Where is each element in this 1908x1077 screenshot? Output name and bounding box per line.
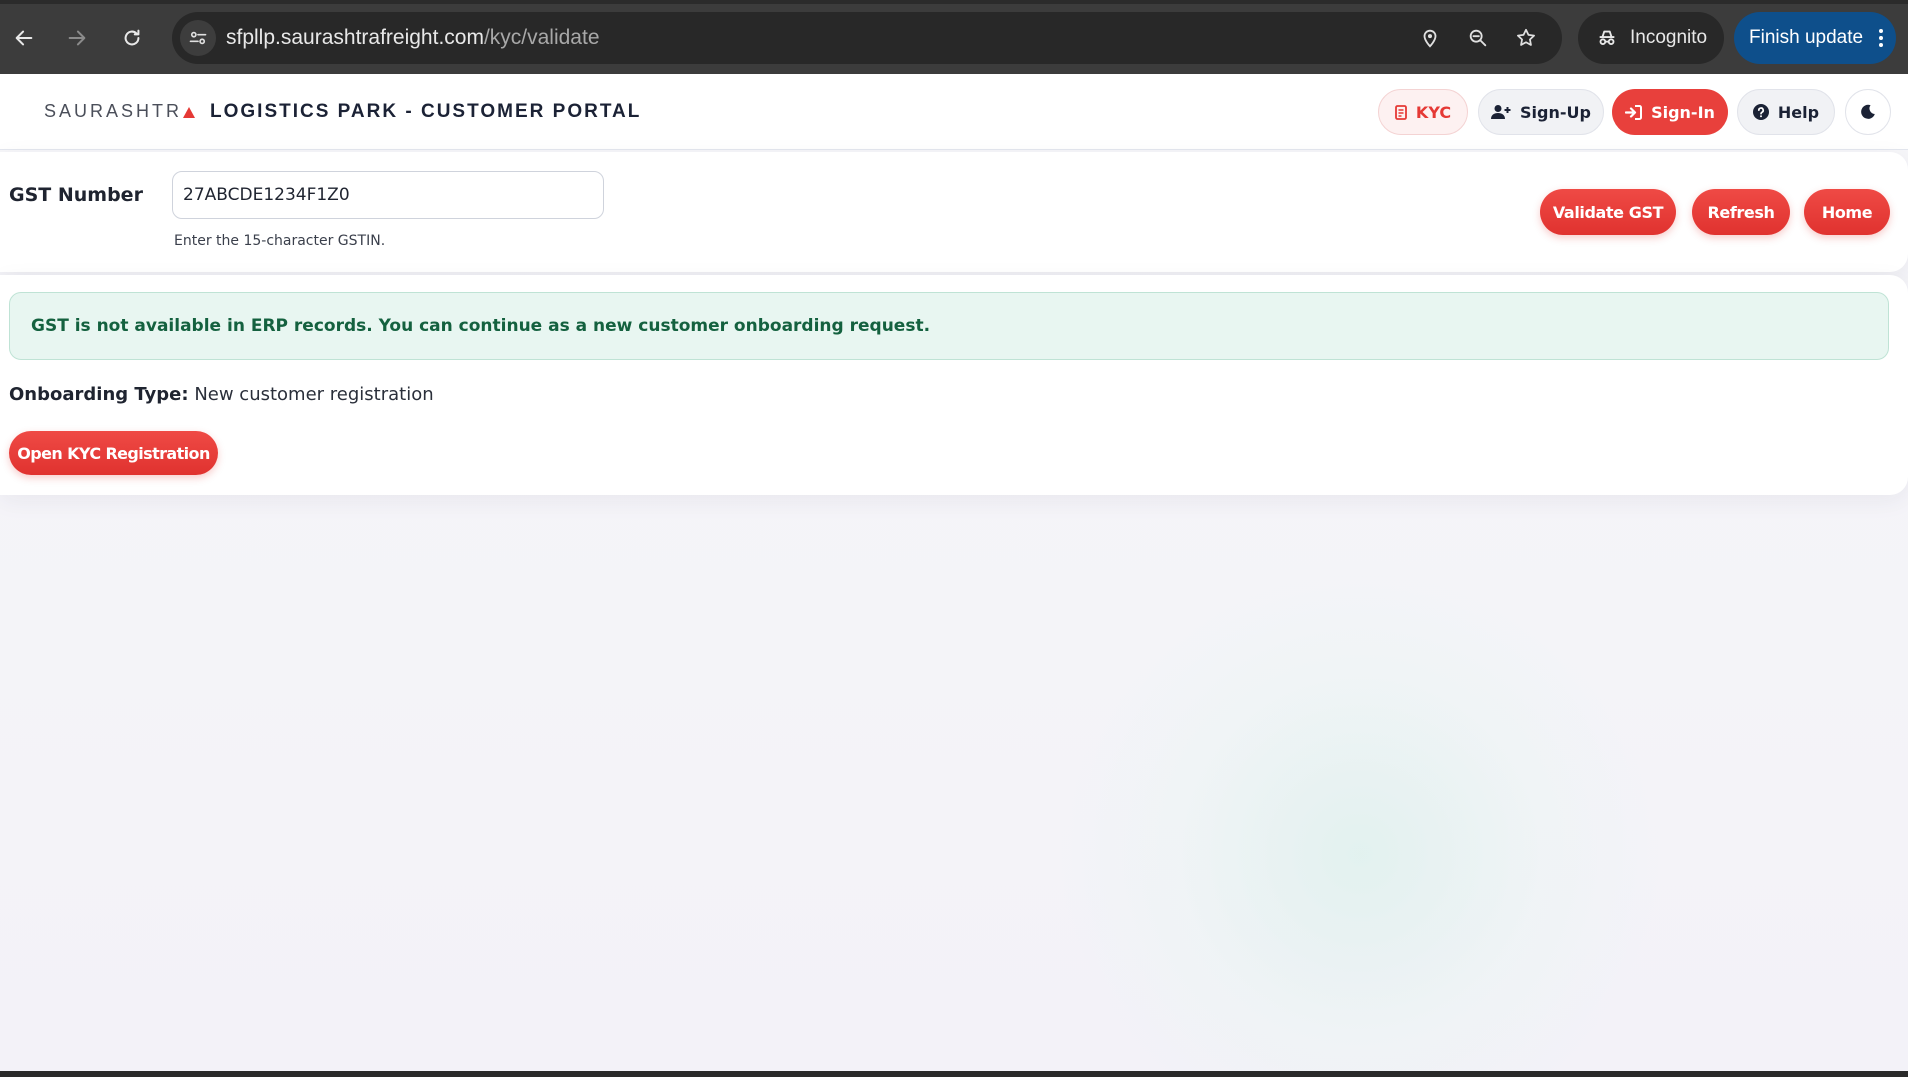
kyc-nav-label: KYC — [1415, 102, 1452, 122]
home-button[interactable]: Home — [1804, 189, 1890, 235]
signup-nav-label: Sign-Up — [1520, 102, 1591, 122]
portal-title: LOGISTICS PARK - CUSTOMER PORTAL — [210, 101, 642, 122]
gst-number-input[interactable] — [172, 171, 604, 219]
brand-logo[interactable]: SAURASHTR — [44, 101, 196, 122]
page: SAURASHTR LOGISTICS PARK - CUSTOMER PORT… — [0, 74, 1908, 1071]
forward-icon — [68, 30, 86, 46]
url-host: sfpllp.saurashtrafreight.com — [226, 26, 484, 49]
url-path: /kyc/validate — [483, 26, 600, 49]
bookmark-star-icon — [1517, 28, 1535, 46]
onboarding-type: Onboarding Type: New customer registrati… — [9, 384, 434, 405]
zoom-icon — [1469, 29, 1487, 47]
zoom-button[interactable] — [1464, 24, 1492, 52]
forward-button[interactable] — [57, 18, 97, 58]
back-icon — [15, 30, 33, 46]
signin-nav-label: Sign-In — [1651, 102, 1715, 122]
theme-toggle-button[interactable] — [1845, 89, 1891, 135]
result-card: GST is not available in ERP records. You… — [0, 275, 1908, 495]
gst-status-alert: GST is not available in ERP records. You… — [9, 292, 1889, 360]
incognito-badge[interactable]: Incognito — [1578, 12, 1724, 64]
kebab-menu-icon — [1879, 29, 1884, 47]
sign-in-icon — [1625, 104, 1643, 120]
moon-icon — [1861, 104, 1875, 119]
tab-strip-edge — [0, 0, 1908, 4]
bottom-edge — [0, 1071, 1908, 1077]
bookmark-button[interactable] — [1512, 24, 1540, 52]
onboarding-type-value: New customer registration — [194, 384, 434, 405]
site-info-button[interactable] — [180, 20, 216, 56]
finish-update-button[interactable]: Finish update — [1734, 12, 1896, 64]
gst-number-label: GST Number — [9, 184, 143, 206]
finish-update-label: Finish update — [1749, 27, 1864, 48]
location-button[interactable] — [1416, 24, 1444, 52]
incognito-icon — [1599, 30, 1615, 45]
url-text[interactable]: sfpllp.saurashtrafreight.com/kyc/validat… — [226, 26, 600, 50]
question-icon — [1752, 104, 1769, 120]
portal-header: SAURASHTR LOGISTICS PARK - CUSTOMER PORT… — [0, 74, 1908, 150]
site-info-icon — [189, 31, 207, 45]
onboarding-type-label: Onboarding Type: — [9, 384, 189, 405]
reload-icon — [124, 29, 140, 46]
user-plus-icon — [1491, 105, 1511, 119]
gst-hint-text: Enter the 15-character GSTIN. — [174, 233, 386, 249]
document-icon — [1395, 104, 1407, 120]
gst-form-card: GST Number Enter the 15-character GSTIN.… — [0, 152, 1908, 272]
refresh-button[interactable]: Refresh — [1692, 189, 1790, 235]
help-nav-label: Help — [1777, 102, 1820, 122]
brand-triangle-icon — [183, 106, 196, 118]
browser-chrome: sfpllp.saurashtrafreight.com/kyc/validat… — [0, 0, 1908, 74]
address-bar[interactable]: sfpllp.saurashtrafreight.com/kyc/validat… — [172, 12, 1562, 64]
incognito-label: Incognito — [1630, 27, 1708, 48]
location-icon — [1423, 29, 1437, 48]
validate-gst-button[interactable]: Validate GST — [1540, 189, 1676, 235]
open-kyc-registration-button[interactable]: Open KYC Registration — [9, 431, 218, 475]
kyc-nav-button[interactable]: KYC — [1378, 89, 1468, 135]
signup-nav-button[interactable]: Sign-Up — [1478, 89, 1604, 135]
brand-text: SAURASHTR — [44, 101, 183, 121]
reload-button[interactable] — [112, 18, 152, 58]
back-button[interactable] — [4, 18, 44, 58]
help-nav-button[interactable]: Help — [1737, 89, 1835, 135]
signin-nav-button[interactable]: Sign-In — [1612, 89, 1728, 135]
